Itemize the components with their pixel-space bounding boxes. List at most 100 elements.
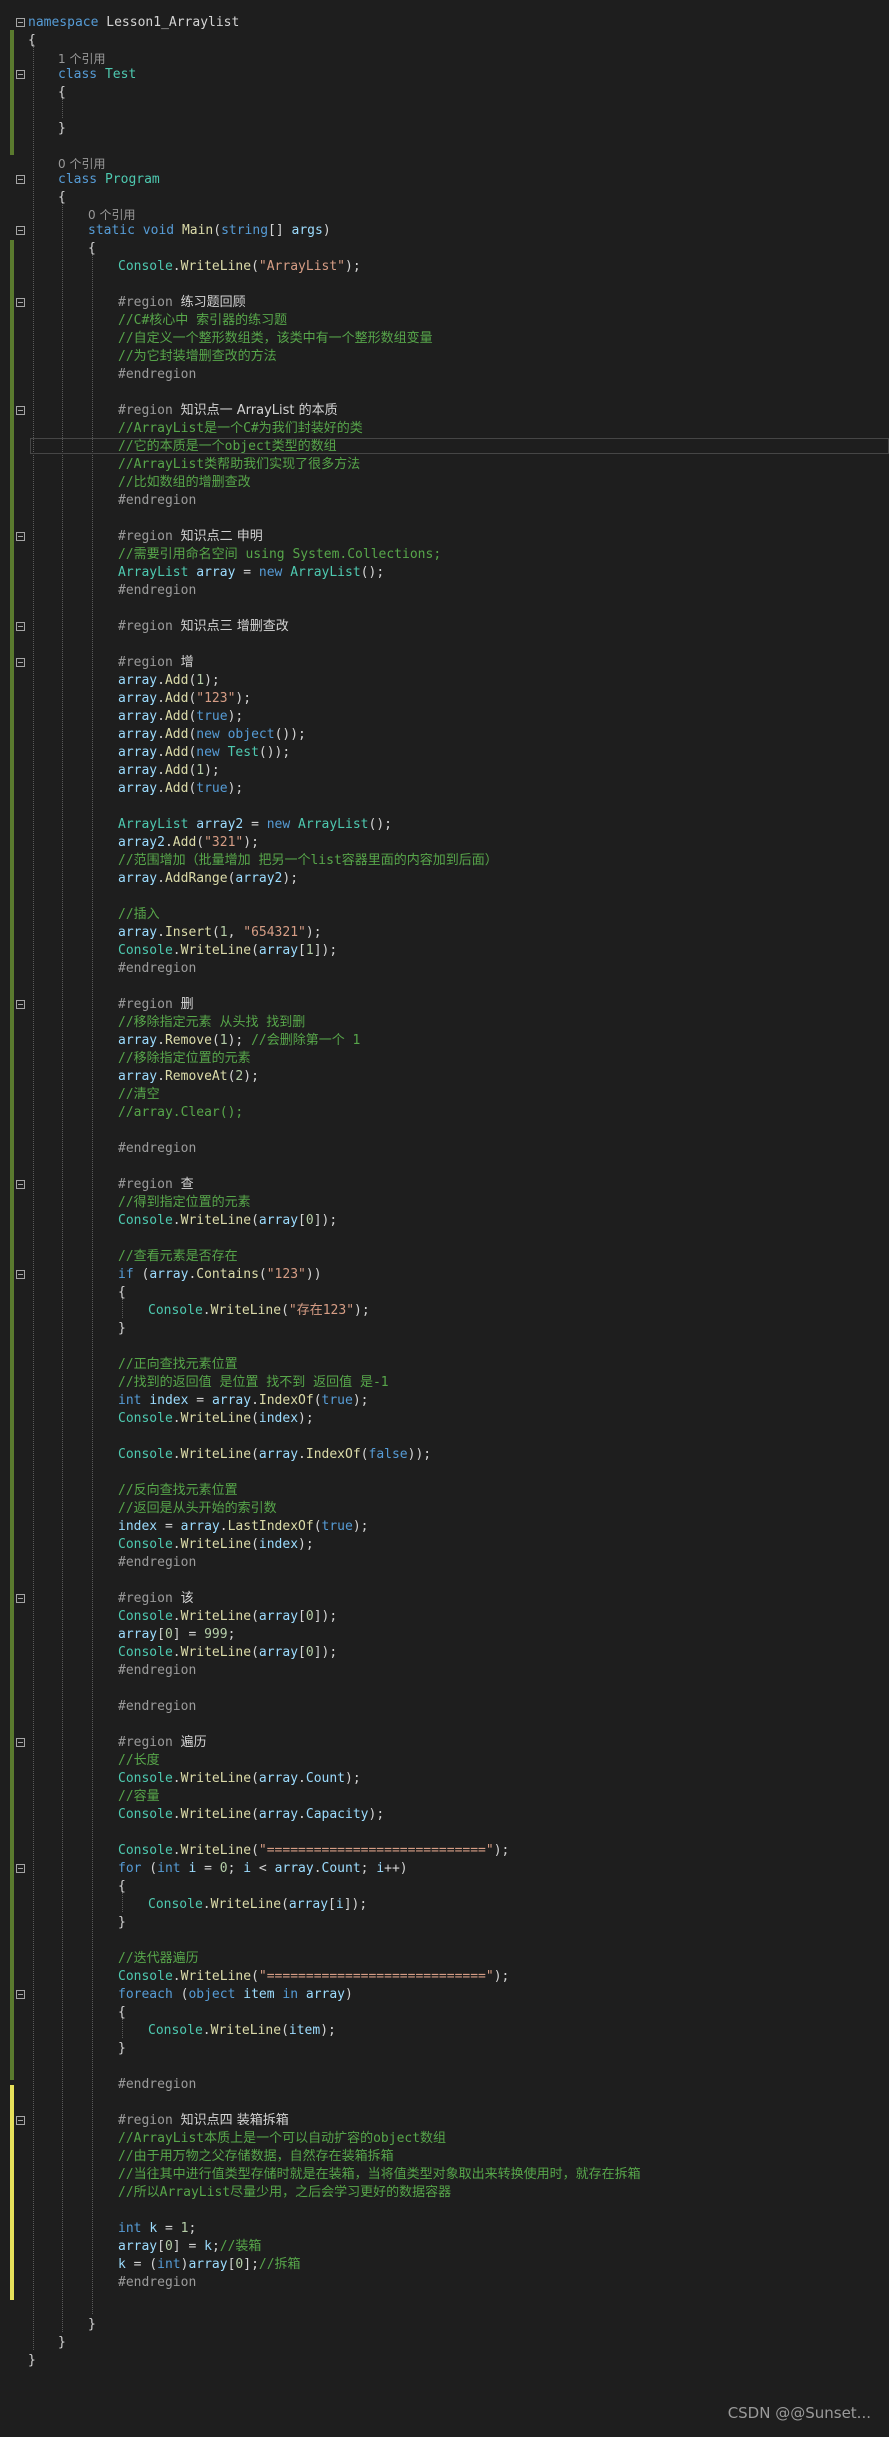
code-line[interactable]: array[0] = k;//装箱 <box>118 2238 261 2256</box>
code-line[interactable]: array.Remove(1); //会删除第一个 1 <box>118 1032 360 1050</box>
code-line[interactable]: Console.WriteLine(item); <box>148 2022 336 2040</box>
code-line[interactable]: //查看元素是否存在 <box>118 1248 238 1266</box>
code-line[interactable]: { <box>118 2004 126 2022</box>
fold-region-icon[interactable] <box>16 1180 25 1189</box>
code-line[interactable]: #endregion <box>118 2274 196 2292</box>
code-line[interactable]: static void Main(string[] args) <box>88 222 331 240</box>
code-line[interactable]: //C#核心中 索引器的练习题 <box>118 312 287 330</box>
code-line[interactable]: array.Add("123"); <box>118 690 251 708</box>
code-line[interactable]: for (int i = 0; i < array.Count; i++) <box>118 1860 408 1878</box>
code-line[interactable]: //容量 <box>118 1788 160 1806</box>
code-line[interactable]: #endregion <box>118 492 196 510</box>
code-line[interactable]: //它的本质是一个object类型的数组 <box>118 438 337 456</box>
code-line[interactable]: #endregion <box>118 582 196 600</box>
code-line[interactable]: k = (int)array[0];//拆箱 <box>118 2256 301 2274</box>
code-line[interactable]: #region 知识点四 装箱拆箱 <box>118 2112 289 2130</box>
fold-region-icon[interactable] <box>16 1000 25 1009</box>
code-line[interactable]: { <box>118 1878 126 1896</box>
code-line[interactable]: array.Add(true); <box>118 780 243 798</box>
code-line[interactable]: index = array.LastIndexOf(true); <box>118 1518 368 1536</box>
code-line[interactable]: Console.WriteLine(array[0]); <box>118 1212 337 1230</box>
code-line[interactable]: { <box>28 32 36 50</box>
code-line[interactable]: Console.WriteLine("=====================… <box>118 1842 509 1860</box>
code-line[interactable]: #region 练习题回顾 <box>118 294 246 312</box>
code-line[interactable]: { <box>118 1284 126 1302</box>
code-line[interactable]: #endregion <box>118 960 196 978</box>
code-line[interactable]: { <box>58 189 66 207</box>
code-line[interactable]: Console.WriteLine("ArrayList"); <box>118 258 361 276</box>
code-line[interactable]: #region 遍历 <box>118 1734 207 1752</box>
code-line[interactable]: } <box>58 2334 66 2352</box>
code-line[interactable]: array[0] = 999; <box>118 1626 235 1644</box>
fold-region-icon[interactable] <box>16 2116 25 2125</box>
code-line[interactable]: Console.WriteLine(array[i]); <box>148 1896 367 1914</box>
code-line[interactable]: array.Insert(1, "654321"); <box>118 924 322 942</box>
fold-foreach-icon[interactable] <box>16 1990 25 1999</box>
code-line[interactable]: //清空 <box>118 1086 160 1104</box>
code-line[interactable]: namespace Lesson1_Arraylist <box>28 14 239 32</box>
code-line[interactable]: //ArrayList本质上是一个可以自动扩容的object数组 <box>118 2130 446 2148</box>
code-line[interactable]: //反向查找元素位置 <box>118 1482 238 1500</box>
code-line[interactable]: #endregion <box>118 1140 196 1158</box>
code-line[interactable]: //比如数组的增删查改 <box>118 474 251 492</box>
fold-region-icon[interactable] <box>16 622 25 631</box>
code-line[interactable]: //返回是从头开始的索引数 <box>118 1500 277 1518</box>
code-line[interactable]: array.Add(1); <box>118 672 220 690</box>
code-line[interactable]: array.Add(new Test()); <box>118 744 290 762</box>
code-line[interactable]: //ArrayList是一个C#为我们封装好的类 <box>118 420 363 438</box>
code-line[interactable]: } <box>58 120 66 138</box>
code-line[interactable]: } <box>28 2352 36 2370</box>
code-line[interactable]: //为它封装增删查改的方法 <box>118 348 277 366</box>
code-line[interactable]: //移除指定元素 从头找 找到删 <box>118 1014 305 1032</box>
code-line[interactable]: Console.WriteLine(array.Count); <box>118 1770 361 1788</box>
code-line[interactable]: array.Add(true); <box>118 708 243 726</box>
code-line[interactable]: } <box>118 1320 126 1338</box>
code-line[interactable]: #region 增 <box>118 654 194 672</box>
code-line[interactable]: //迭代器遍历 <box>118 1950 199 1968</box>
code-line[interactable]: array.Add(1); <box>118 762 220 780</box>
code-line[interactable]: Console.WriteLine(array[1]); <box>118 942 337 960</box>
code-line[interactable]: foreach (object item in array) <box>118 1986 353 2004</box>
code-line[interactable]: Console.WriteLine(index); <box>118 1536 314 1554</box>
code-line[interactable]: #region 删 <box>118 996 194 1014</box>
code-line[interactable]: int k = 1; <box>118 2220 196 2238</box>
fold-region-icon[interactable] <box>16 532 25 541</box>
code-line[interactable]: class Program <box>58 171 160 189</box>
code-line[interactable]: //自定义一个整形数组类，该类中有一个整形数组变量 <box>118 330 433 348</box>
fold-if-icon[interactable] <box>16 1270 25 1279</box>
code-line[interactable]: //ArrayList类帮助我们实现了很多方法 <box>118 456 360 474</box>
code-line[interactable]: //长度 <box>118 1752 160 1770</box>
fold-class-test-icon[interactable] <box>16 70 25 79</box>
code-line[interactable]: //范围增加（批量增加 把另一个list容器里面的内容加到后面） <box>118 852 498 870</box>
code-line[interactable]: Console.WriteLine("=====================… <box>118 1968 509 1986</box>
code-line[interactable]: Console.WriteLine(array[0]); <box>118 1644 337 1662</box>
fold-main-icon[interactable] <box>16 226 25 235</box>
fold-region-icon[interactable] <box>16 1738 25 1747</box>
fold-region-icon[interactable] <box>16 658 25 667</box>
code-line[interactable]: //由于用万物之父存储数据，自然存在装箱拆箱 <box>118 2148 394 2166</box>
code-line[interactable]: #endregion <box>118 2076 196 2094</box>
reference-count-text[interactable]: 0 个引用 <box>58 157 105 171</box>
code-line[interactable]: array.AddRange(array2); <box>118 870 298 888</box>
code-line[interactable]: Console.WriteLine(array[0]); <box>118 1608 337 1626</box>
fold-namespace-icon[interactable] <box>16 18 25 27</box>
code-line[interactable]: Console.WriteLine(array.Capacity); <box>118 1806 384 1824</box>
code-line[interactable]: //正向查找元素位置 <box>118 1356 238 1374</box>
code-line[interactable]: #endregion <box>118 366 196 384</box>
fold-region-icon[interactable] <box>16 1594 25 1603</box>
code-line[interactable]: //插入 <box>118 906 160 924</box>
code-line[interactable]: //所以ArrayList尽量少用，之后会学习更好的数据容器 <box>118 2184 451 2202</box>
code-line[interactable]: //找到的返回值 是位置 找不到 返回值 是-1 <box>118 1374 389 1392</box>
code-line[interactable]: int index = array.IndexOf(true); <box>118 1392 369 1410</box>
code-line[interactable]: array.Add(new object()); <box>118 726 306 744</box>
code-line[interactable]: } <box>88 2316 96 2334</box>
code-line[interactable]: } <box>118 2040 126 2058</box>
fold-class-program-icon[interactable] <box>16 175 25 184</box>
code-line[interactable]: class Test <box>58 66 136 84</box>
code-line[interactable]: if (array.Contains("123")) <box>118 1266 322 1284</box>
code-editor[interactable]: namespace Lesson1_Arraylist{1 个引用 class T… <box>0 0 889 2437</box>
code-line[interactable]: #region 该 <box>118 1590 194 1608</box>
code-line[interactable]: #region 知识点二 申明 <box>118 528 263 546</box>
code-line[interactable]: //当往其中进行值类型存储时就是在装箱，当将值类型对象取出来转换使用时，就存在拆… <box>118 2166 641 2184</box>
fold-region-icon[interactable] <box>16 406 25 415</box>
